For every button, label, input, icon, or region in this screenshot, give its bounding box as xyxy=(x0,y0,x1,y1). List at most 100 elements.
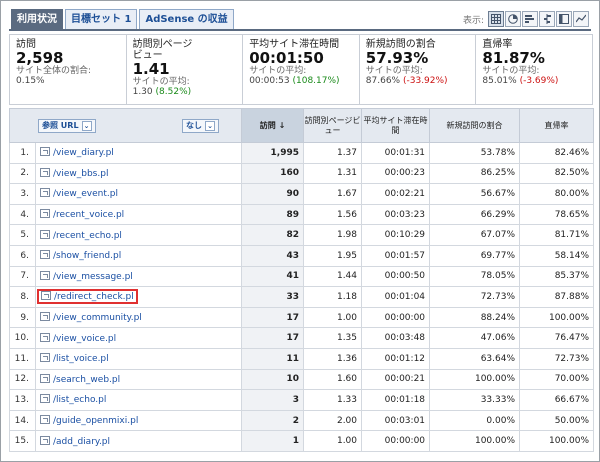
open-page-icon[interactable] xyxy=(40,209,50,219)
open-page-icon[interactable] xyxy=(40,270,50,280)
ppv-cell: 1.35 xyxy=(303,327,363,349)
bounce-cell: 70.00% xyxy=(519,368,595,391)
open-page-icon[interactable] xyxy=(40,415,50,425)
row-index: 1. xyxy=(9,142,36,164)
table-row: 5. /recent_echo.pl 82 1.98 00:10:29 67.07% 81.… xyxy=(9,224,595,246)
visits-cell: 160 xyxy=(241,162,305,185)
new-visits-cell: 88.24% xyxy=(429,306,521,329)
comparison-icon[interactable] xyxy=(539,11,555,27)
open-page-icon[interactable] xyxy=(40,167,50,177)
primary-dimension-select[interactable]: 参照 URL ⌄ xyxy=(38,118,96,133)
table-row: 13. /list_echo.pl 3 1.33 00:01:18 33.33% 66.67… xyxy=(9,389,595,411)
page-link[interactable]: /show_friend.pl xyxy=(53,251,121,261)
metric-sub-label: サイトの平均: xyxy=(132,77,190,87)
new-visits-cell: 47.06% xyxy=(429,327,521,349)
avg-time-column-header[interactable]: 平均サイト滞在時間 xyxy=(361,108,431,143)
bounce-cell: 81.71% xyxy=(519,224,595,246)
new-visits-cell: 66.29% xyxy=(429,203,521,226)
table-row: 12. /search_web.pl 10 1.60 00:00:21 100.00% 70… xyxy=(9,368,595,391)
metric-label: 訪問別ページ ビュー xyxy=(132,39,193,61)
row-index: 14. xyxy=(9,409,36,432)
bounce-cell: 80.00% xyxy=(519,183,595,205)
open-page-icon[interactable] xyxy=(40,250,50,260)
open-page-icon[interactable] xyxy=(40,373,50,383)
ppv-cell: 1.31 xyxy=(303,162,363,185)
bounce-cell: 85.37% xyxy=(519,265,595,288)
new-visits-cell: 63.64% xyxy=(429,347,521,370)
table-row: 6. /show_friend.pl 43 1.95 00:01:57 69.77% 58.… xyxy=(9,244,595,267)
bounce-cell: 66.67% xyxy=(519,389,595,411)
open-page-icon[interactable] xyxy=(41,291,51,301)
bounce-cell: 58.14% xyxy=(519,244,595,267)
row-index: 12. xyxy=(9,368,36,391)
ppv-cell: 1.95 xyxy=(303,244,363,267)
metric-value: 81.87% xyxy=(482,49,545,67)
metric-average: 87.66% (-33.92%) xyxy=(365,76,448,86)
pivot-icon[interactable] xyxy=(556,11,572,27)
page-link[interactable]: /view_diary.pl xyxy=(53,148,114,158)
page-link[interactable]: /search_web.pl xyxy=(53,375,120,385)
secondary-dimension-select[interactable]: なし ⌄ xyxy=(182,118,220,133)
page-link[interactable]: /list_voice.pl xyxy=(53,354,109,364)
pie-chart-icon[interactable] xyxy=(505,11,521,27)
page-link[interactable]: /guide_openmixi.pl xyxy=(53,416,138,426)
avg-time-cell: 00:00:21 xyxy=(361,368,431,391)
metric-average: 0.15% xyxy=(16,76,45,86)
page-link[interactable]: /view_event.pl xyxy=(53,189,118,199)
visits-cell: 43 xyxy=(241,244,305,267)
tab-1[interactable]: 目標セット 1 xyxy=(65,9,138,30)
table-view-icon[interactable] xyxy=(488,11,504,27)
view-switcher: 表示: xyxy=(463,11,589,27)
visits-cell: 10 xyxy=(241,368,305,391)
tab-2[interactable]: AdSense の収益 xyxy=(139,9,234,30)
open-page-icon[interactable] xyxy=(40,353,50,363)
summary-metrics: 訪問 2,598 サイト全体の割合: 0.15% 訪問別ページ ビュー 1.41 サイトの… xyxy=(9,34,593,105)
metric-sub-label: サイトの平均: xyxy=(482,66,540,76)
page-link[interactable]: /redirect_check.pl xyxy=(54,292,134,302)
page-cell: /show_friend.pl xyxy=(34,244,243,267)
open-page-icon[interactable] xyxy=(40,312,50,322)
avg-time-cell: 00:01:57 xyxy=(361,244,431,267)
sort-down-icon: ↓ xyxy=(278,120,286,130)
open-page-icon[interactable] xyxy=(40,394,50,404)
ppv-column-header[interactable]: 訪問別ページビュー xyxy=(303,108,363,143)
page-link[interactable]: /view_voice.pl xyxy=(53,334,116,344)
page-link[interactable]: /recent_voice.pl xyxy=(53,210,124,220)
new-visits-cell: 100.00% xyxy=(429,368,521,391)
new-visits-column-header[interactable]: 新規訪問の割合 xyxy=(429,108,521,143)
avg-time-cell: 00:03:01 xyxy=(361,409,431,432)
page-cell: /view_community.pl xyxy=(34,306,243,329)
line-chart-icon[interactable] xyxy=(573,11,589,27)
open-page-icon[interactable] xyxy=(40,147,50,157)
page-link[interactable]: /list_echo.pl xyxy=(53,395,106,405)
page-link[interactable]: /view_message.pl xyxy=(53,272,133,282)
bounce-column-header[interactable]: 直帰率 xyxy=(519,108,595,143)
metric-card: 新規訪問の割合 57.93% サイトの平均: 87.66% (-33.92%) xyxy=(360,35,477,104)
avg-time-cell: 00:01:04 xyxy=(361,286,431,308)
ppv-cell: 1.36 xyxy=(303,347,363,370)
visits-column-header[interactable]: 訪問 ↓ xyxy=(241,108,305,143)
page-link[interactable]: /view_community.pl xyxy=(53,313,142,323)
table-row: 8. /redirect_check.pl 33 1.18 00:01:04 72.73%… xyxy=(9,286,595,308)
page-link[interactable]: /recent_echo.pl xyxy=(53,231,122,241)
page-cell: /redirect_check.pl xyxy=(34,286,243,308)
open-page-icon[interactable] xyxy=(40,229,50,239)
open-page-icon[interactable] xyxy=(40,332,50,342)
avg-time-cell: 00:01:12 xyxy=(361,347,431,370)
avg-time-cell: 00:00:23 xyxy=(361,162,431,185)
avg-time-cell: 00:03:48 xyxy=(361,327,431,349)
ppv-cell: 1.00 xyxy=(303,430,363,452)
page-link[interactable]: /add_diary.pl xyxy=(53,437,110,447)
bounce-cell: 72.73% xyxy=(519,347,595,370)
tab-0[interactable]: 利用状況 xyxy=(11,9,63,30)
row-index: 9. xyxy=(9,306,36,329)
metric-value: 57.93% xyxy=(365,49,429,67)
open-page-icon[interactable] xyxy=(40,188,50,198)
bounce-cell: 82.50% xyxy=(519,162,595,185)
bar-chart-icon[interactable] xyxy=(522,11,538,27)
page-link[interactable]: /view_bbs.pl xyxy=(53,169,108,179)
bounce-cell: 78.65% xyxy=(519,203,595,226)
open-page-icon[interactable] xyxy=(40,435,50,445)
ppv-cell: 1.37 xyxy=(303,142,363,164)
chevron-down-icon: ⌄ xyxy=(205,120,216,131)
